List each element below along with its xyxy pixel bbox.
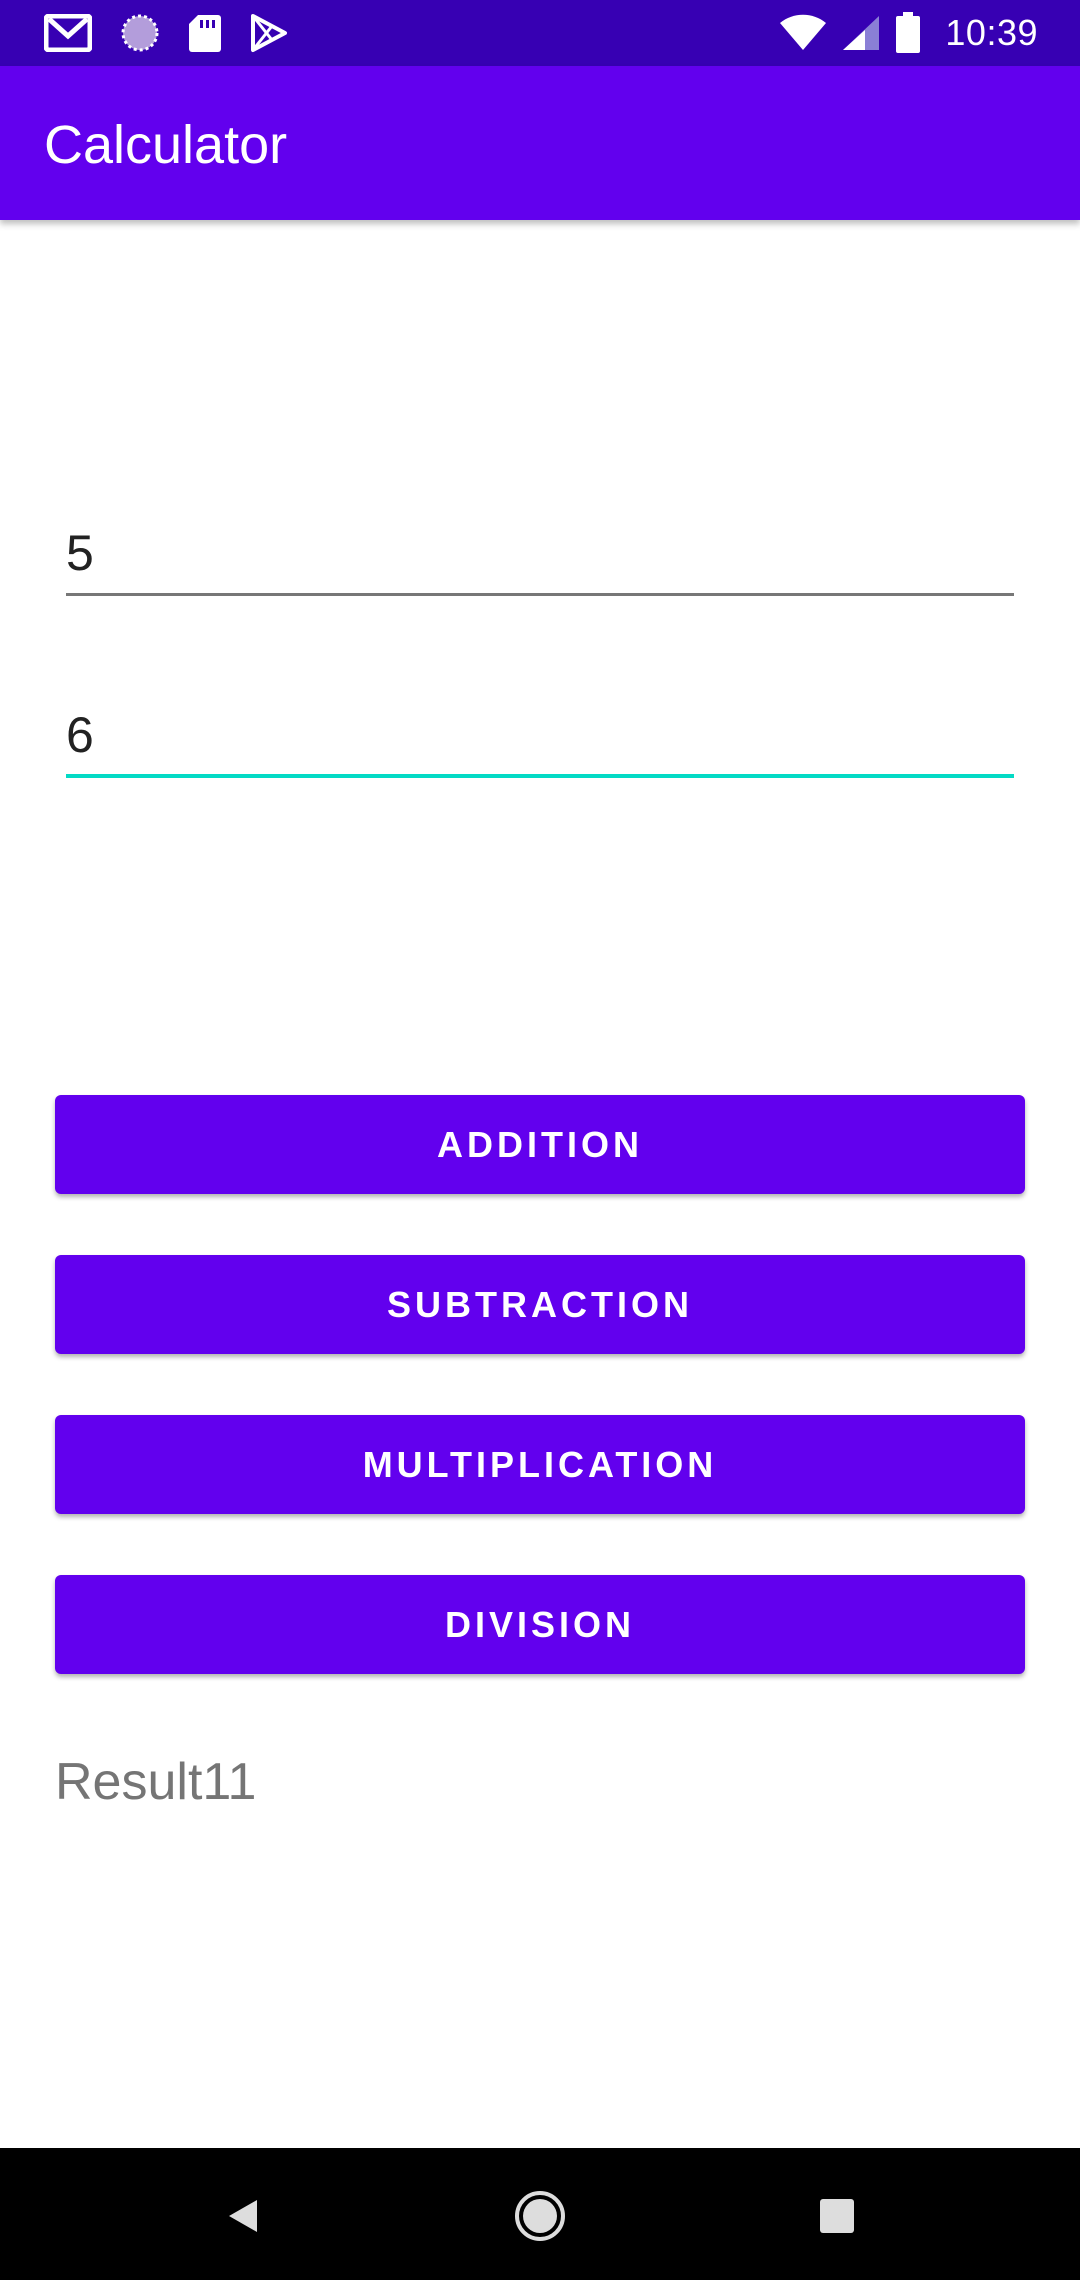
navigation-bar: [0, 2148, 1080, 2280]
play-store-icon: [250, 13, 288, 53]
second-number-underline: [66, 774, 1014, 778]
back-icon[interactable]: [215, 2188, 271, 2244]
gmail-icon: [44, 14, 92, 52]
first-number-input[interactable]: 5: [66, 525, 1014, 596]
notification-icons: [44, 10, 288, 56]
second-number-input[interactable]: 6: [66, 707, 1014, 778]
first-number-value: 5: [66, 525, 94, 581]
second-number-value: 6: [66, 707, 94, 763]
app-title: Calculator: [44, 115, 288, 175]
calculator-screen: 10:39 Calculator 5 6 ADDITION SUBTRACTIO…: [0, 0, 1080, 2280]
first-number-underline: [66, 593, 1014, 596]
sd-card-icon: [188, 13, 222, 53]
wifi-icon: [779, 14, 827, 52]
recents-icon[interactable]: [809, 2188, 865, 2244]
addition-button[interactable]: ADDITION: [55, 1095, 1025, 1194]
result-text: Result11: [55, 1753, 257, 1811]
status-bar: 10:39: [0, 0, 1080, 66]
app-bar: Calculator: [0, 66, 1080, 220]
loading-icon: [120, 13, 160, 53]
cell-signal-icon: [841, 14, 881, 52]
clock: 10:39: [945, 12, 1038, 53]
battery-icon: [895, 12, 921, 54]
division-button[interactable]: DIVISION: [55, 1575, 1025, 1674]
subtraction-button[interactable]: SUBTRACTION: [55, 1255, 1025, 1354]
system-status-icons: 10:39: [779, 8, 1038, 58]
home-icon[interactable]: [512, 2188, 568, 2244]
multiplication-button[interactable]: MULTIPLICATION: [55, 1415, 1025, 1514]
